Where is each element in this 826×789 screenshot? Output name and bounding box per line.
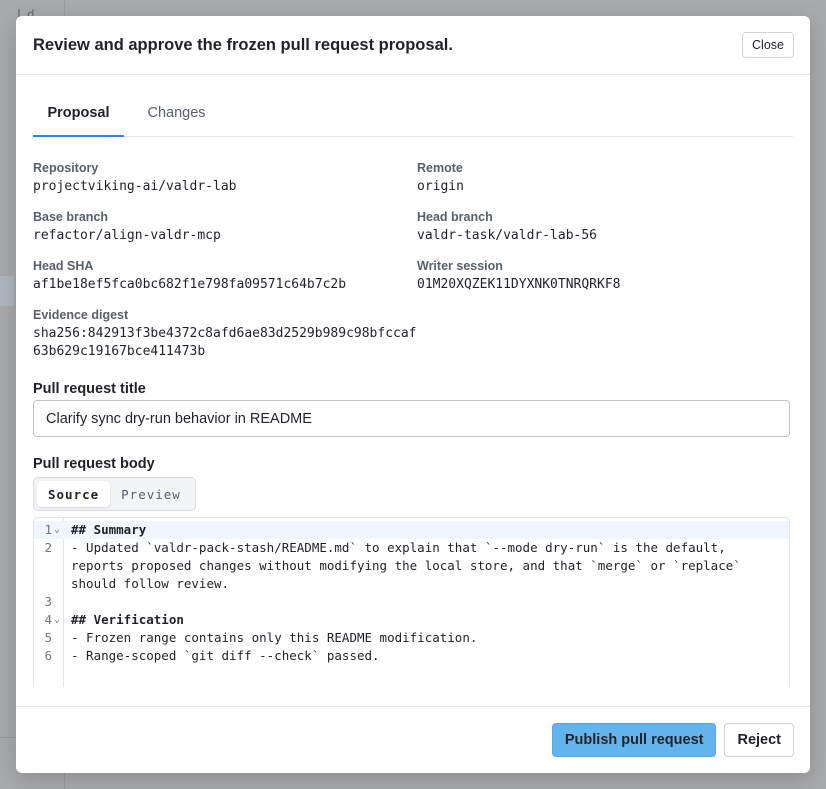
modal-body: Proposal Changes Repository projectvikin… xyxy=(16,94,810,687)
meta-remote: Remote origin xyxy=(417,161,793,196)
meta-repository: Repository projectviking-ai/valdr-lab xyxy=(33,161,417,196)
line-number: 6 xyxy=(44,648,52,663)
pr-body-editor[interactable]: 1 ⌄ ## Summary 2- Updated `valdr-pack-stash… xyxy=(33,517,790,687)
meta-value: af1be18ef5fca0bc682f1e798fa09571c64b7c2b xyxy=(33,277,347,292)
reject-button[interactable]: Reject xyxy=(724,723,794,757)
meta-label: Evidence digest xyxy=(33,308,129,322)
modal-title: Review and approve the frozen pull reque… xyxy=(33,35,453,54)
editor-line: 5 - Frozen range contains only this READM… xyxy=(34,629,789,647)
modal-header: Review and approve the frozen pull reque… xyxy=(16,16,810,75)
body-mode-toggle: Source Preview xyxy=(33,477,196,511)
editor-line: should follow review. xyxy=(34,575,789,593)
line-text: should follow review. xyxy=(71,576,230,591)
editor-lines: 1 ⌄ ## Summary 2- Updated `valdr-pack-stash… xyxy=(34,518,789,665)
pr-title-label: Pull request title xyxy=(33,381,146,397)
meta-value: valdr-task/valdr-lab-56 xyxy=(417,228,598,243)
line-number: 1 xyxy=(44,522,52,537)
meta-head-branch: Head branch valdr-task/valdr-lab-56 xyxy=(417,210,793,245)
pr-title-input[interactable] xyxy=(33,400,790,437)
meta-writer-session: Writer session 01M20XQZEK11DYXNK0TNRQRKF… xyxy=(417,259,793,294)
meta-base-branch: Base branch refactor/align-valdr-mcp xyxy=(33,210,417,245)
editor-line: 6 - Range-scoped `git diff --check` passe… xyxy=(34,647,789,665)
line-text: ## Verification xyxy=(71,612,184,627)
line-text: ## Summary xyxy=(71,522,147,537)
meta-label: Head branch xyxy=(417,210,493,224)
tab-proposal[interactable]: Proposal xyxy=(33,94,124,137)
pr-body-label: Pull request body xyxy=(33,456,155,472)
editor-line: 3 xyxy=(34,593,789,611)
line-text: - Updated `valdr-pack-stash/README.md` t… xyxy=(71,540,726,555)
approval-modal: Review and approve the frozen pull reque… xyxy=(16,16,810,773)
line-text: - Range-scoped `git diff --check` passed… xyxy=(71,648,380,663)
line-number: 5 xyxy=(44,630,52,645)
background-sidebar-highlight xyxy=(0,276,14,306)
line-text: reports proposed changes without modifyi… xyxy=(71,558,741,573)
line-number: 3 xyxy=(44,594,52,609)
meta-evidence-digest: Evidence digest sha256:842913f3be4372c8a… xyxy=(33,308,417,361)
editor-line: 1 ⌄ ## Summary xyxy=(34,521,789,539)
preview-mode-button[interactable]: Preview xyxy=(110,481,192,507)
meta-value: sha256:842913f3be4372c8afd6ae83d2529b989… xyxy=(33,326,417,359)
line-number: 2 xyxy=(44,540,52,555)
modal-footer: Publish pull request Reject xyxy=(16,706,810,773)
publish-pull-request-button[interactable]: Publish pull request xyxy=(551,723,717,757)
meta-label: Head SHA xyxy=(33,259,94,273)
meta-value: projectviking-ai/valdr-lab xyxy=(33,179,237,194)
line-text: - Frozen range contains only this README… xyxy=(71,630,478,645)
fold-chevron-icon[interactable]: ⌄ xyxy=(54,521,60,539)
editor-line: 2 - Updated `valdr-pack-stash/README.md` … xyxy=(34,539,789,557)
line-number: 4 xyxy=(44,612,52,627)
tab-changes[interactable]: Changes xyxy=(124,94,229,136)
close-button[interactable]: Close xyxy=(742,32,794,58)
meta-head-sha: Head SHA af1be18ef5fca0bc682f1e798fa0957… xyxy=(33,259,417,294)
meta-value: 01M20XQZEK11DYXNK0TNRQRKF8 xyxy=(417,277,621,292)
proposal-metadata: Repository projectviking-ai/valdr-lab Re… xyxy=(33,161,793,361)
editor-line: 4 ⌄ ## Verification xyxy=(34,611,789,629)
meta-value: refactor/align-valdr-mcp xyxy=(33,228,221,243)
meta-label: Repository xyxy=(33,161,99,175)
tab-bar: Proposal Changes xyxy=(33,94,793,137)
source-mode-button[interactable]: Source xyxy=(37,481,111,507)
meta-label: Remote xyxy=(417,161,463,175)
meta-label: Base branch xyxy=(33,210,109,224)
meta-value: origin xyxy=(417,179,464,194)
editor-line: reports proposed changes without modifyi… xyxy=(34,557,789,575)
meta-label: Writer session xyxy=(417,259,503,273)
fold-chevron-icon[interactable]: ⌄ xyxy=(54,611,60,629)
